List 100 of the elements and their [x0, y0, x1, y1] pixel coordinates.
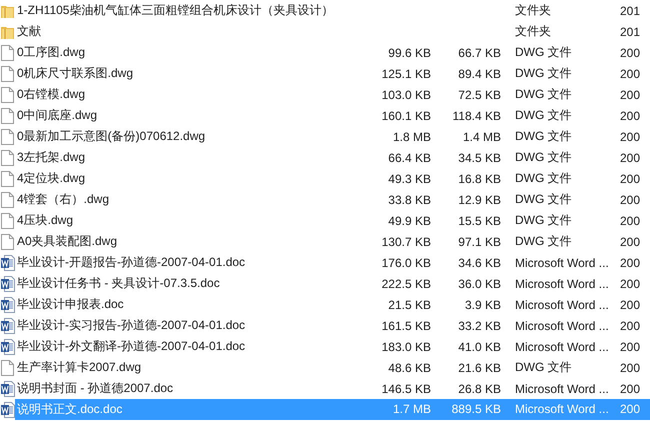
file-type: DWG 文件: [514, 65, 573, 82]
file-name: 生产率计算卡2007.dwg: [16, 359, 142, 376]
file-type: Microsoft Word ...: [514, 382, 610, 396]
file-name: 4镗套（右）.dwg: [16, 191, 110, 208]
compressed-size: 15.5 KB: [457, 214, 501, 228]
file-icon: [1, 44, 14, 60]
file-row[interactable]: 毕业设计申报表.doc 21.5 KB 3.9 KB Microsoft Word ... 200: [0, 294, 650, 315]
file-date: 200: [620, 214, 642, 228]
file-icon: [1, 360, 14, 376]
file-icon: [1, 192, 14, 208]
word-document-icon: [0, 380, 14, 396]
word-document-icon: [0, 338, 14, 354]
file-type: DWG 文件: [514, 107, 573, 124]
file-name: 毕业设计-实习报告-孙道德-2007-04-01.doc: [16, 317, 246, 334]
file-icon: [1, 108, 14, 124]
file-type: DWG 文件: [514, 212, 573, 229]
file-row[interactable]: 0中间底座.dwg 160.1 KB 118.4 KB DWG 文件 200: [0, 105, 650, 126]
file-size: 160.1 KB: [380, 108, 431, 122]
file-name: 4压块.dwg: [16, 212, 74, 229]
file-date: 201: [620, 4, 642, 18]
file-name: 毕业设计-外文翻译-孙道德-2007-04-01.doc: [16, 338, 246, 355]
file-type: DWG 文件: [514, 233, 573, 250]
file-row[interactable]: 4镗套（右）.dwg 33.8 KB 12.9 KB DWG 文件 200: [0, 189, 650, 210]
file-date: 200: [620, 150, 642, 164]
file-size: 1.7 MB: [315, 399, 431, 420]
file-date: 200: [620, 298, 642, 312]
compressed-size: 72.5 KB: [457, 88, 501, 102]
compressed-size: 41.0 KB: [457, 340, 501, 354]
file-icon: [1, 212, 14, 228]
file-row[interactable]: 0机床尺寸联系图.dwg 125.1 KB 89.4 KB DWG 文件 200: [0, 63, 650, 84]
file-size: 222.5 KB: [380, 276, 431, 290]
word-document-icon: [0, 254, 14, 270]
file-size: 21.5 KB: [387, 298, 431, 312]
file-name: 文献: [16, 23, 42, 40]
file-name: 0右镗模.dwg: [16, 86, 86, 103]
file-name: A0夹具装配图.dwg: [16, 233, 118, 250]
file-date: 200: [620, 318, 642, 332]
file-size: 176.0 KB: [380, 256, 431, 270]
file-type: DWG 文件: [514, 149, 573, 166]
file-row[interactable]: 4定位块.dwg 49.3 KB 16.8 KB DWG 文件 200: [0, 168, 650, 189]
file-row[interactable]: 0右镗模.dwg 103.0 KB 72.5 KB DWG 文件 200: [0, 84, 650, 105]
file-type: Microsoft Word ...: [501, 399, 620, 420]
file-date: 200: [620, 340, 642, 354]
file-date: 200: [620, 192, 642, 206]
file-row[interactable]: 说明书封面 - 孙道德2007.doc 146.5 KB 26.8 KB Microsoft Word ... 200: [0, 378, 650, 399]
file-name: 3左托架.dwg: [16, 149, 86, 166]
file-type: Microsoft Word ...: [514, 340, 610, 354]
compressed-size: 66.7 KB: [457, 46, 501, 60]
file-name: 0工序图.dwg: [16, 44, 86, 61]
compressed-size: 33.2 KB: [457, 318, 501, 332]
file-size: 130.7 KB: [380, 234, 431, 248]
file-size: 1.8 MB: [392, 130, 431, 144]
file-date: 200: [620, 256, 642, 270]
file-name: 4定位块.dwg: [16, 170, 86, 187]
compressed-size: 889.5 KB: [431, 399, 501, 420]
compressed-size: 34.5 KB: [457, 150, 501, 164]
file-row[interactable]: 4压块.dwg 49.9 KB 15.5 KB DWG 文件 200: [0, 210, 650, 231]
file-icon: [1, 150, 14, 166]
compressed-size: 12.9 KB: [457, 192, 501, 206]
file-row[interactable]: 1-ZH1105柴油机气缸体三面粗镗组合机床设计（夹具设计） 文件夹 201: [0, 0, 650, 21]
file-date: 200: [620, 46, 642, 60]
file-row[interactable]: 0工序图.dwg 99.6 KB 66.7 KB DWG 文件 200: [0, 42, 650, 63]
file-size: 161.5 KB: [380, 318, 431, 332]
file-row[interactable]: 0最新加工示意图(备份)070612.dwg 1.8 MB 1.4 MB DWG 文件 200: [0, 126, 650, 147]
file-row[interactable]: 生产率计算卡2007.dwg 48.6 KB 21.6 KB DWG 文件 200: [0, 357, 650, 378]
file-type: Microsoft Word ...: [514, 318, 610, 332]
file-row[interactable]: 毕业设计-开题报告-孙道德-2007-04-01.doc 176.0 KB 34.6 KB Microsoft Word ... 200: [0, 252, 650, 273]
file-date: 200: [620, 399, 650, 420]
file-type: DWG 文件: [514, 191, 573, 208]
file-icon: [1, 86, 14, 102]
file-size: 49.9 KB: [387, 214, 431, 228]
file-type: DWG 文件: [514, 170, 573, 187]
word-document-icon: [0, 402, 14, 418]
file-type: DWG 文件: [514, 44, 573, 61]
file-row[interactable]: 毕业设计任务书 - 夹具设计-07.3.5.doc 222.5 KB 36.0 KB Microsoft Word ... 200: [0, 273, 650, 294]
file-type: Microsoft Word ...: [514, 276, 610, 290]
file-date: 200: [620, 382, 642, 396]
file-date: 200: [620, 66, 642, 80]
file-name: 毕业设计申报表.doc: [16, 296, 125, 313]
file-name: 0中间底座.dwg: [16, 107, 98, 124]
file-size: 99.6 KB: [387, 46, 431, 60]
file-date: 200: [620, 108, 642, 122]
file-size: 66.4 KB: [387, 150, 431, 164]
file-row[interactable]: A0夹具装配图.dwg 130.7 KB 97.1 KB DWG 文件 200: [0, 231, 650, 252]
compressed-size: 1.4 MB: [462, 130, 501, 144]
word-document-icon: [0, 318, 14, 334]
file-row[interactable]: 3左托架.dwg 66.4 KB 34.5 KB DWG 文件 200: [0, 147, 650, 168]
compressed-size: 36.0 KB: [457, 276, 501, 290]
file-date: 200: [620, 276, 642, 290]
compressed-size: 97.1 KB: [457, 234, 501, 248]
compressed-size: 89.4 KB: [457, 66, 501, 80]
file-icon: [1, 170, 14, 186]
file-row[interactable]: 毕业设计-实习报告-孙道德-2007-04-01.doc 161.5 KB 33.2 KB Microsoft Word ... 200: [0, 315, 650, 336]
file-row[interactable]: 毕业设计-外文翻译-孙道德-2007-04-01.doc 183.0 KB 41.0 KB Microsoft Word ... 200: [0, 336, 650, 357]
file-size: 103.0 KB: [380, 88, 431, 102]
file-row[interactable]: 文献 文件夹 201: [0, 21, 650, 42]
file-type: 文件夹: [514, 23, 552, 40]
file-type: Microsoft Word ...: [514, 298, 610, 312]
file-size: 48.6 KB: [387, 360, 431, 374]
file-icon: [1, 234, 14, 250]
